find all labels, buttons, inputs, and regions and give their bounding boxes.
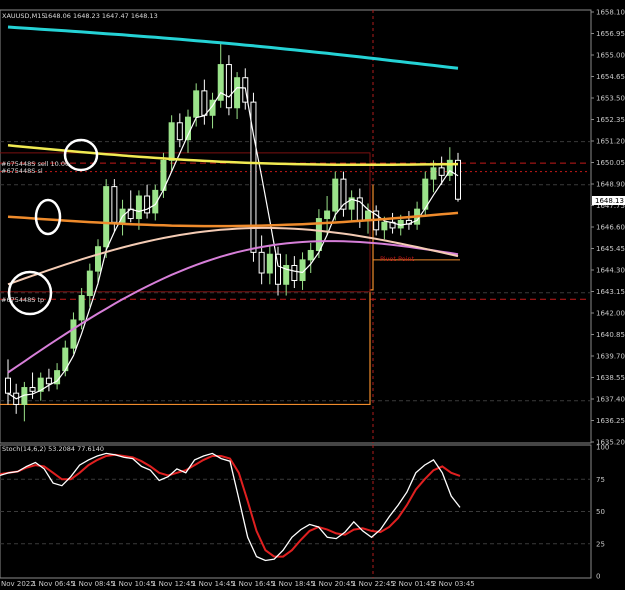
ma-cyan bbox=[7, 25, 459, 70]
price-axis: 1658.10 1656.95 1655.00 1654.65 1653.50 1652.… bbox=[591, 9, 625, 447]
annotation-circle-2 bbox=[34, 198, 62, 236]
time-tick-label-0: Nov 2022 bbox=[1, 580, 35, 588]
chart-window: 1658.10 1656.95 1655.00 1654.65 1653.50 1652.… bbox=[0, 0, 625, 590]
ma-fast-white bbox=[7, 86, 459, 400]
time-tick-label-1: 1 Nov 06:45 bbox=[32, 580, 75, 588]
price-tick-label-6: 1651.20 bbox=[596, 138, 625, 146]
candle-body-17 bbox=[144, 195, 151, 214]
stoch-axis: 100 75 50 25 0 bbox=[596, 444, 609, 581]
price-tick-label-1: 1656.95 bbox=[596, 30, 625, 38]
candle-body-21 bbox=[176, 122, 183, 141]
ohlc-readout: 1648.06 1648.23 1647.47 1648.13 bbox=[44, 12, 158, 20]
annotation-circle-1 bbox=[63, 138, 99, 172]
candle-body-35 bbox=[291, 264, 298, 282]
time-tick-label-4: 1 Nov 12:45 bbox=[152, 580, 195, 588]
price-tick-label-15: 1640.85 bbox=[596, 331, 625, 339]
candle-body-8 bbox=[70, 319, 77, 349]
candle-body-20 bbox=[168, 122, 175, 161]
candle-body-32 bbox=[266, 253, 273, 274]
time-tick-label-2: 1 Nov 08:45 bbox=[72, 580, 115, 588]
candle-body-53 bbox=[438, 167, 445, 176]
price-tick-label-7: 1650.05 bbox=[596, 159, 625, 167]
chart-canvas[interactable]: 1658.10 1656.95 1655.00 1654.65 1653.50 1652.… bbox=[0, 0, 625, 590]
candle-body-28 bbox=[234, 77, 241, 109]
candle-body-24 bbox=[201, 90, 208, 116]
price-tick-label-18: 1637.40 bbox=[596, 396, 625, 404]
stoch-tick-label-25: 25 bbox=[596, 540, 605, 548]
stoch-title: Stoch(14,6,2) 53.2084 77.6140 bbox=[2, 445, 104, 453]
candle-body-27 bbox=[225, 64, 232, 109]
main-pane-frame bbox=[0, 9, 592, 444]
pivot-point-label: Pivot Point bbox=[380, 255, 415, 263]
price-tick-label-5: 1652.35 bbox=[596, 116, 625, 124]
current-price-label: 1648.13 bbox=[595, 197, 624, 205]
time-tick-label-5: 1 Nov 14:45 bbox=[192, 580, 235, 588]
price-tick-label-12: 1644.30 bbox=[596, 267, 625, 275]
price-tick-label-13: 1643.15 bbox=[596, 288, 625, 296]
time-tick-label-11: 2 Nov 03:45 bbox=[432, 580, 475, 588]
candle-body-31 bbox=[258, 251, 265, 274]
ma-yellow bbox=[7, 144, 459, 167]
time-tick-label-10: 2 Nov 01:45 bbox=[392, 580, 435, 588]
candle-body-23 bbox=[193, 90, 200, 118]
price-tick-label-3: 1654.65 bbox=[596, 73, 625, 81]
tp-order-label: #675448S tp bbox=[1, 296, 44, 304]
price-tick-label-8: 1648.90 bbox=[596, 181, 625, 189]
price-tick-label-19: 1636.25 bbox=[596, 417, 625, 425]
price-tick-label-0: 1658.10 bbox=[596, 9, 625, 17]
time-tick-label-8: 1 Nov 20:45 bbox=[312, 580, 355, 588]
stoch-main-line bbox=[0, 452, 461, 562]
stochastic-pane bbox=[0, 452, 461, 562]
price-tick-label-14: 1642.00 bbox=[596, 310, 625, 318]
stoch-tick-label-0: 0 bbox=[596, 573, 600, 581]
candle-body-11 bbox=[95, 246, 101, 272]
price-tick-label-10: 1646.60 bbox=[596, 224, 625, 232]
candle-body-12 bbox=[103, 186, 110, 248]
time-axis: Nov 20221 Nov 06:451 Nov 08:451 Nov 10:4… bbox=[1, 580, 475, 588]
candles bbox=[5, 42, 461, 422]
candle-body-37 bbox=[307, 249, 314, 261]
candle-body-46 bbox=[381, 221, 388, 231]
range-box-dark bbox=[0, 152, 371, 293]
stoch-signal-line bbox=[0, 453, 461, 558]
price-tick-label-17: 1638.55 bbox=[596, 374, 625, 382]
candle-body-9 bbox=[78, 295, 85, 321]
candle-body-16 bbox=[135, 195, 142, 220]
price-tick-label-4: 1653.50 bbox=[596, 95, 625, 103]
time-tick-label-7: 1 Nov 18:45 bbox=[272, 580, 315, 588]
time-tick-label-3: 1 Nov 10:45 bbox=[112, 580, 155, 588]
candle-body-40 bbox=[332, 178, 339, 212]
stoch-tick-label-75: 75 bbox=[596, 476, 605, 484]
price-tick-label-2: 1655.00 bbox=[596, 52, 625, 60]
time-tick-label-6: 1 Nov 16:45 bbox=[232, 580, 275, 588]
stoch-tick-label-50: 50 bbox=[596, 508, 605, 516]
candle-body-5 bbox=[45, 377, 52, 385]
candle-body-13 bbox=[111, 186, 118, 223]
sl-order-label: #675448S sl bbox=[1, 167, 43, 175]
candle-body-52 bbox=[430, 167, 437, 180]
symbol-title: XAUUSD,M15 bbox=[2, 12, 46, 20]
price-tick-label-11: 1645.45 bbox=[596, 245, 625, 253]
price-tick-label-16: 1639.70 bbox=[596, 353, 625, 361]
candle-body-55 bbox=[455, 159, 461, 200]
candle-body-0 bbox=[5, 377, 11, 394]
candle-body-39 bbox=[324, 210, 331, 220]
stoch-tick-label-100: 100 bbox=[596, 444, 609, 452]
candle-body-10 bbox=[86, 270, 93, 297]
candle-body-3 bbox=[29, 387, 36, 392]
time-tick-label-9: 1 Nov 22:45 bbox=[352, 580, 395, 588]
